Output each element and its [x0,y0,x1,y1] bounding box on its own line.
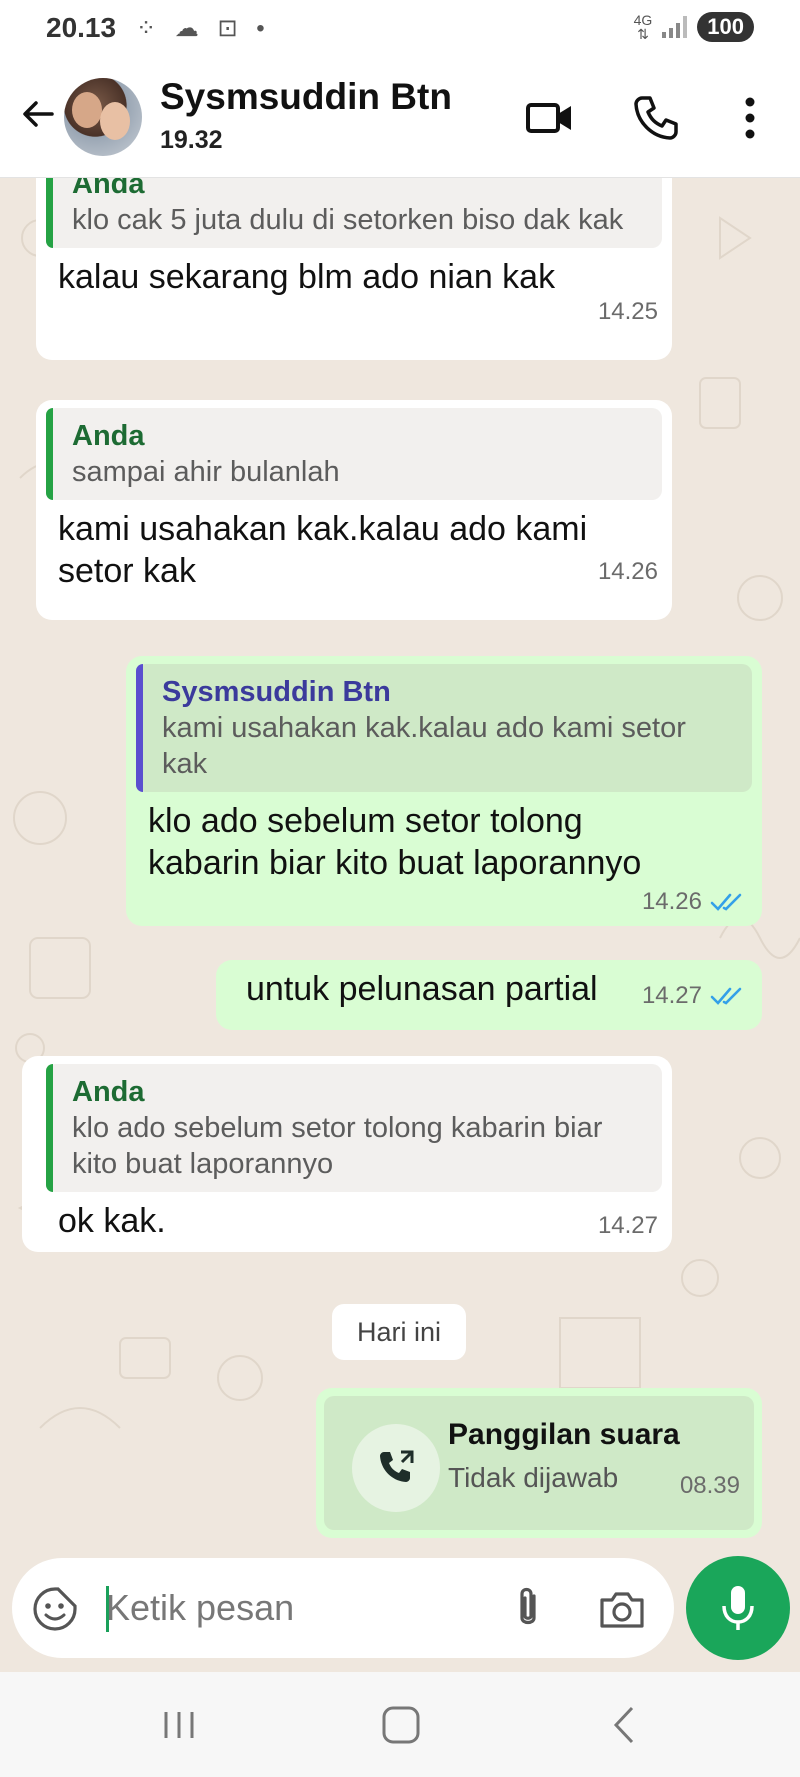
message-input[interactable] [106,1580,486,1636]
message-composer [12,1558,674,1658]
sticker-emoji-icon[interactable] [32,1586,78,1632]
message-bubble-outgoing[interactable]: Sysmsuddin Btn kami usahakan kak.kalau a… [126,656,762,926]
chat-header: Sysmsuddin Btn 19.32 [0,62,800,178]
read-receipt-icon [710,893,742,911]
video-call-icon[interactable] [522,90,578,146]
status-right: 4G ⇅ 100 [634,12,754,42]
status-time: 20.13 [46,12,117,43]
quote-text: klo ado sebelum setor tolong kabarin bia… [72,1112,603,1180]
contact-avatar[interactable] [64,78,142,156]
more-options-icon[interactable] [722,90,778,146]
quote-author: Anda [72,420,145,452]
message-text: klo ado sebelum setor tolong kabarin bia… [148,802,642,882]
network-type-label: 4G [633,12,653,28]
recent-apps-icon[interactable] [154,1700,204,1750]
message-text: untuk pelunasan partial [246,970,598,1008]
microphone-icon [722,1586,754,1630]
system-navigation-bar [0,1672,800,1777]
message-bubble-incoming[interactable]: Anda klo cak 5 juta dulu di setorken bis… [36,178,672,360]
call-title: Panggilan suara [448,1418,680,1451]
message-time: 14.27 [641,982,702,1009]
quoted-message[interactable]: Anda klo ado sebelum setor tolong kabari… [46,1064,662,1192]
last-seen: 19.32 [160,126,223,154]
network-type-icon: 4G ⇅ [633,12,653,42]
quote-text: kami usahakan kak.kalau ado kami setor k… [162,712,686,780]
missed-voice-call-icon [352,1424,440,1512]
message-time: 14.26 [597,558,658,585]
quoted-message[interactable]: Anda klo cak 5 juta dulu di setorken bis… [46,178,662,248]
voice-message-button[interactable] [686,1556,790,1660]
message-time: 14.25 [597,298,658,325]
message-bubble-incoming[interactable]: Anda klo ado sebelum setor tolong kabari… [22,1056,672,1252]
call-log-bubble[interactable]: Panggilan suara Tidak dijawab 08.39 [316,1388,762,1538]
camera-icon[interactable] [596,1584,648,1636]
status-bar: 20.13 ⁘ ☁ ⊡ • 4G ⇅ 100 [0,0,800,62]
date-separator: Hari ini [332,1304,466,1360]
notification-icons: ⁘ ☁ ⊡ • [136,15,271,42]
quote-text: klo cak 5 juta dulu di setorken biso dak… [72,204,624,236]
call-log-card[interactable]: Panggilan suara Tidak dijawab 08.39 [324,1396,754,1530]
call-status: Tidak dijawab [448,1462,619,1493]
attachment-icon[interactable] [502,1582,554,1634]
call-time: 08.39 [679,1472,740,1499]
message-text: kalau sekarang blm ado nian kak [58,258,556,296]
quote-author: Anda [72,1076,145,1108]
quote-author: Anda [72,178,145,200]
quote-author: Sysmsuddin Btn [162,676,391,708]
message-bubble-outgoing[interactable]: untuk pelunasan partial 14.27 [216,960,762,1030]
home-icon[interactable] [376,1700,426,1750]
back-nav-icon[interactable] [600,1700,650,1750]
voice-call-icon[interactable] [628,90,684,146]
message-bubble-incoming[interactable]: Anda sampai ahir bulanlah kami usahakan … [36,400,672,620]
contact-name[interactable]: Sysmsuddin Btn [160,76,452,118]
read-receipt-icon [710,987,742,1005]
quoted-message[interactable]: Anda sampai ahir bulanlah [46,408,662,500]
back-arrow-icon[interactable] [18,94,58,134]
chat-area[interactable]: Anda klo cak 5 juta dulu di setorken bis… [0,178,800,1558]
signal-bars-icon [662,16,688,38]
quoted-message[interactable]: Sysmsuddin Btn kami usahakan kak.kalau a… [136,664,752,792]
message-time: 14.27 [597,1212,658,1239]
battery-indicator: 100 [697,12,754,42]
quote-text: sampai ahir bulanlah [72,456,340,488]
message-time: 14.26 [641,888,702,915]
